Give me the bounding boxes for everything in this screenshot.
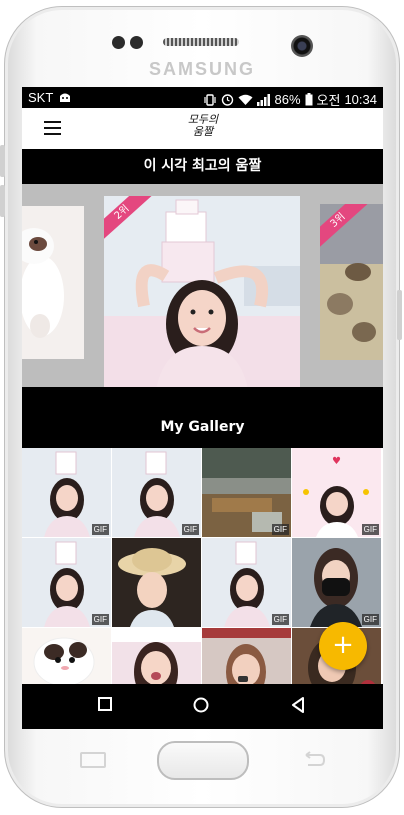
screen: SKT 86% 오전 10:34 모두의 움짤 이 시각 최고의 움짤 2위 3…: [22, 87, 383, 729]
back-icon[interactable]: [291, 697, 305, 713]
gallery-item[interactable]: GIF: [202, 538, 291, 627]
trending-carousel[interactable]: 2위 3위: [22, 184, 383, 387]
back-key-icon[interactable]: [302, 751, 326, 767]
carousel-slide[interactable]: [22, 206, 84, 359]
gif-badge: GIF: [361, 614, 379, 625]
navigation-bar: [22, 684, 383, 729]
gif-badge: GIF: [91, 614, 109, 625]
gallery-title: My Gallery: [22, 406, 383, 448]
signal-icon: [256, 93, 270, 106]
gallery-item[interactable]: [112, 628, 201, 684]
gallery-item[interactable]: [22, 628, 111, 684]
gallery-item[interactable]: GIF: [112, 448, 201, 537]
status-bar: SKT 86% 오전 10:34: [22, 87, 383, 108]
gallery-item[interactable]: GIF: [292, 538, 381, 627]
carrier-label: SKT: [28, 90, 54, 105]
gallery-item[interactable]: GIF: [22, 538, 111, 627]
gallery-item[interactable]: GIF: [22, 448, 111, 537]
gallery-item[interactable]: GIF: [202, 448, 291, 537]
home-key[interactable]: [157, 741, 249, 780]
menu-icon[interactable]: [44, 121, 61, 135]
app-notification-icon: [60, 93, 71, 102]
wifi-icon: [238, 94, 252, 105]
volume-button: [0, 185, 5, 217]
gallery-item[interactable]: [202, 628, 291, 684]
gallery-item[interactable]: ♥ GIF: [292, 448, 381, 537]
gif-badge: GIF: [361, 524, 379, 535]
gif-badge: GIF: [91, 524, 109, 535]
vibrate-icon: [203, 93, 216, 106]
trending-title: 이 시각 최고의 움짤: [22, 149, 383, 184]
alarm-icon: [221, 94, 233, 106]
svg-text:♥: ♥: [332, 456, 341, 467]
front-camera-icon: [291, 35, 313, 57]
add-button[interactable]: +: [319, 622, 367, 670]
home-icon[interactable]: [193, 697, 209, 713]
sensor-icon: [130, 36, 143, 49]
clock: 10:34: [344, 92, 377, 107]
gif-badge: GIF: [181, 524, 199, 535]
volume-button: [0, 145, 5, 177]
gif-badge: GIF: [271, 614, 289, 625]
gallery-item[interactable]: [112, 538, 201, 627]
app-bar: 모두의 움짤: [22, 108, 383, 149]
carousel-slide[interactable]: 2위: [104, 196, 300, 387]
sensor-icon: [112, 36, 125, 49]
earpiece-speaker: [163, 38, 239, 46]
app-logo[interactable]: 모두의 움짤: [184, 114, 222, 144]
battery-percent: 86%: [274, 92, 301, 107]
battery-icon: [305, 93, 313, 106]
carousel-slide[interactable]: 3위: [320, 204, 383, 360]
power-button: [397, 290, 402, 340]
gif-badge: GIF: [271, 524, 289, 535]
recent-apps-icon[interactable]: [98, 697, 112, 711]
time-ampm: 오전: [316, 93, 341, 108]
device-brand: SAMSUNG: [148, 59, 255, 79]
logo-line-2: 움짤: [192, 125, 214, 138]
recent-key[interactable]: [80, 752, 106, 768]
